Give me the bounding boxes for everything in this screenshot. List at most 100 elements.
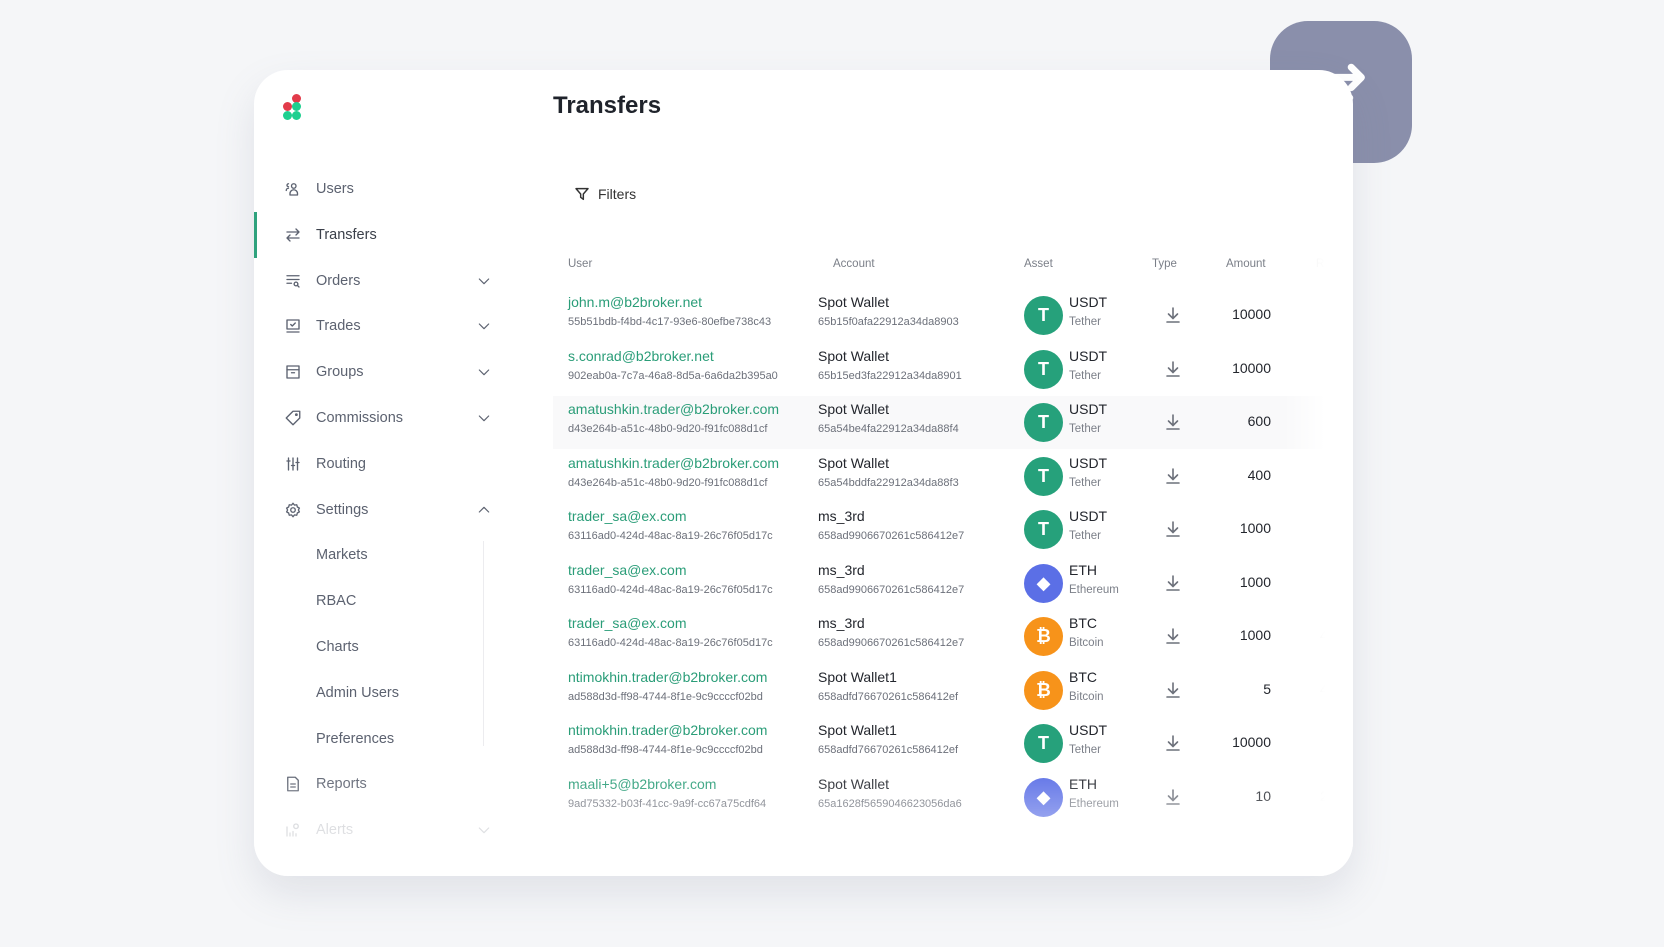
sidebar-item-label: Commissions (316, 410, 404, 426)
asset-name: Tether (1069, 744, 1101, 756)
column-header-account[interactable]: Account (833, 258, 875, 270)
sidebar-item-label: Markets (316, 547, 368, 564)
tether-icon: T (1024, 349, 1063, 389)
report-icon (287, 776, 299, 792)
account-id: 658adfd76670261c586412ef (818, 690, 959, 703)
table-row[interactable]: maali+5@b2broker.com 9ad75332-b03f-41cc-… (553, 771, 1328, 824)
asset-name: Bitcoin (1069, 690, 1104, 703)
asset-symbol: USDT (1069, 454, 1108, 471)
sidebar-item-charts[interactable]: Charts (254, 625, 504, 669)
chevron-down-icon (478, 369, 490, 376)
gear-icon (285, 502, 301, 518)
chevron-down-icon (478, 415, 490, 422)
account-id: 65b15f0afa22912a34da8903 (818, 316, 959, 328)
asset-symbol: ETH (1069, 561, 1097, 578)
user-id: ad588d3d-ff98-4744-8f1e-9c9ccccf02bd (568, 690, 763, 703)
tether-icon: T (1024, 456, 1063, 496)
chevron-wrap[interactable] (476, 364, 492, 380)
table-row[interactable]: trader_sa@ex.com 63116ad0-424d-48ac-8a19… (553, 610, 1328, 663)
table-row[interactable]: s.conrad@b2broker.net 902eab0a-7c7a-46a8… (553, 343, 1323, 396)
amount: 400 (1247, 466, 1271, 483)
chevron-wrap[interactable] (476, 273, 492, 289)
sidebar-item-label: Preferences (316, 730, 395, 747)
account-name: Spot Wallet (818, 454, 890, 471)
user-email-link[interactable]: amatushkin.trader@b2broker.com (568, 401, 779, 417)
amount: 1000 (1239, 627, 1271, 643)
sidebar-item-rbac[interactable]: RBAC (254, 579, 504, 623)
column-header-user[interactable]: User (568, 258, 592, 270)
sidebar-item-label: Transfers (316, 226, 377, 243)
rate: 2 (1320, 787, 1328, 804)
sidebar-item-label: Groups (316, 364, 364, 381)
account-name: ms_3rd (818, 561, 865, 578)
deposit-icon (1165, 574, 1181, 592)
user-email-link[interactable]: trader_sa@ex.com (568, 508, 686, 524)
filters-label: Filters (598, 186, 637, 202)
tag-icon (285, 410, 301, 426)
tag-icon-wrap (284, 409, 302, 427)
sidebar-item-transfers[interactable]: Transfers (254, 213, 504, 257)
account-name: Spot Wallet1 (818, 668, 897, 685)
chevron-wrap[interactable] (476, 822, 492, 838)
column-header-amount[interactable]: Amount (1226, 258, 1266, 270)
table-row[interactable]: ntimokhin.trader@b2broker.com ad588d3d-f… (553, 717, 1323, 770)
asset-symbol: USDT (1069, 508, 1108, 524)
asset-name: Tether (1069, 423, 1101, 435)
column-header-rate[interactable]: Rate (1316, 258, 1340, 270)
sidebar-item-trades[interactable]: Trades (254, 304, 504, 348)
user-email-link[interactable]: john.m@b2broker.net (568, 294, 702, 310)
transfer-icon-wrap (284, 226, 302, 244)
user-email-link[interactable]: trader_sa@ex.com (568, 615, 686, 631)
amount: 1000 (1239, 520, 1271, 536)
account-id: 65a54bddfa22912a34da88f3 (818, 476, 959, 489)
deposit-icon (1165, 360, 1181, 378)
sidebar-item-orders[interactable]: Orders (254, 259, 504, 303)
asset-symbol: USDT (1069, 722, 1108, 738)
tether-icon: T (1024, 724, 1063, 763)
deposit-icon (1165, 467, 1181, 485)
table-row[interactable]: ntimokhin.trader@b2broker.com ad588d3d-f… (553, 664, 1328, 717)
sidebar-item-commissions[interactable]: Commissions (254, 396, 504, 440)
column-header-asset[interactable]: Asset (1024, 258, 1053, 270)
table-row[interactable]: amatushkin.trader@b2broker.com d43e264b-… (553, 450, 1323, 503)
table-row[interactable]: amatushkin.trader@b2broker.com d43e264b-… (553, 396, 1323, 449)
user-email-link[interactable]: ntimokhin.trader@b2broker.com (568, 722, 767, 738)
account-name: Spot Wallet (818, 401, 890, 417)
deposit-icon (1165, 306, 1181, 324)
column-header-type[interactable]: Type (1152, 258, 1177, 270)
user-email-link[interactable]: maali+5@b2broker.com (568, 776, 716, 792)
tether-icon: T (1024, 403, 1063, 442)
sidebar-item-groups[interactable]: Groups (254, 350, 504, 394)
table-row[interactable]: john.m@b2broker.net 55b51bdb-f4bd-4c17-9… (553, 289, 1323, 342)
sidebar-item-preferences[interactable]: Preferences (254, 717, 504, 761)
sidebar-item-markets[interactable]: Markets (254, 533, 504, 577)
orders-icon-wrap (284, 272, 302, 290)
chevron-wrap[interactable] (476, 502, 492, 518)
account-id: 658ad9906670261c586412e7 (818, 530, 965, 542)
account-name: ms_3rd (818, 508, 865, 524)
chevron-down-icon (478, 277, 490, 284)
deposit-icon (1165, 520, 1181, 538)
chevron-wrap[interactable] (476, 410, 492, 426)
sidebar-item-settings[interactable]: Settings (254, 488, 504, 532)
asset-name: Ethereum (1069, 583, 1119, 596)
users-icon-wrap (284, 180, 302, 198)
sidebar-item-admin-users[interactable]: Admin Users (254, 671, 504, 715)
gear-icon-wrap (284, 501, 302, 519)
user-email-link[interactable]: trader_sa@ex.com (568, 562, 686, 578)
filter-icon (575, 187, 589, 201)
sidebar-item-users[interactable]: Users (254, 167, 504, 211)
sidebar-item-alerts[interactable]: Alerts (254, 808, 504, 852)
archive-icon-wrap (284, 363, 302, 381)
user-email-link[interactable]: ntimokhin.trader@b2broker.com (568, 669, 767, 685)
filters-button[interactable]: Filters (574, 186, 636, 202)
sidebar-item-label: RBAC (316, 593, 357, 610)
user-id: d43e264b-a51c-48b0-9d20-f91fc088d1cf (568, 476, 768, 489)
table-row[interactable]: trader_sa@ex.com 63116ad0-424d-48ac-8a19… (553, 503, 1323, 556)
sidebar-item-routing[interactable]: Routing (254, 442, 504, 486)
user-email-link[interactable]: amatushkin.trader@b2broker.com (568, 455, 779, 471)
user-email-link[interactable]: s.conrad@b2broker.net (568, 348, 714, 364)
sidebar-item-reports[interactable]: Reports (254, 762, 504, 806)
chevron-wrap[interactable] (476, 318, 492, 334)
table-row[interactable]: trader_sa@ex.com 63116ad0-424d-48ac-8a19… (553, 557, 1323, 610)
